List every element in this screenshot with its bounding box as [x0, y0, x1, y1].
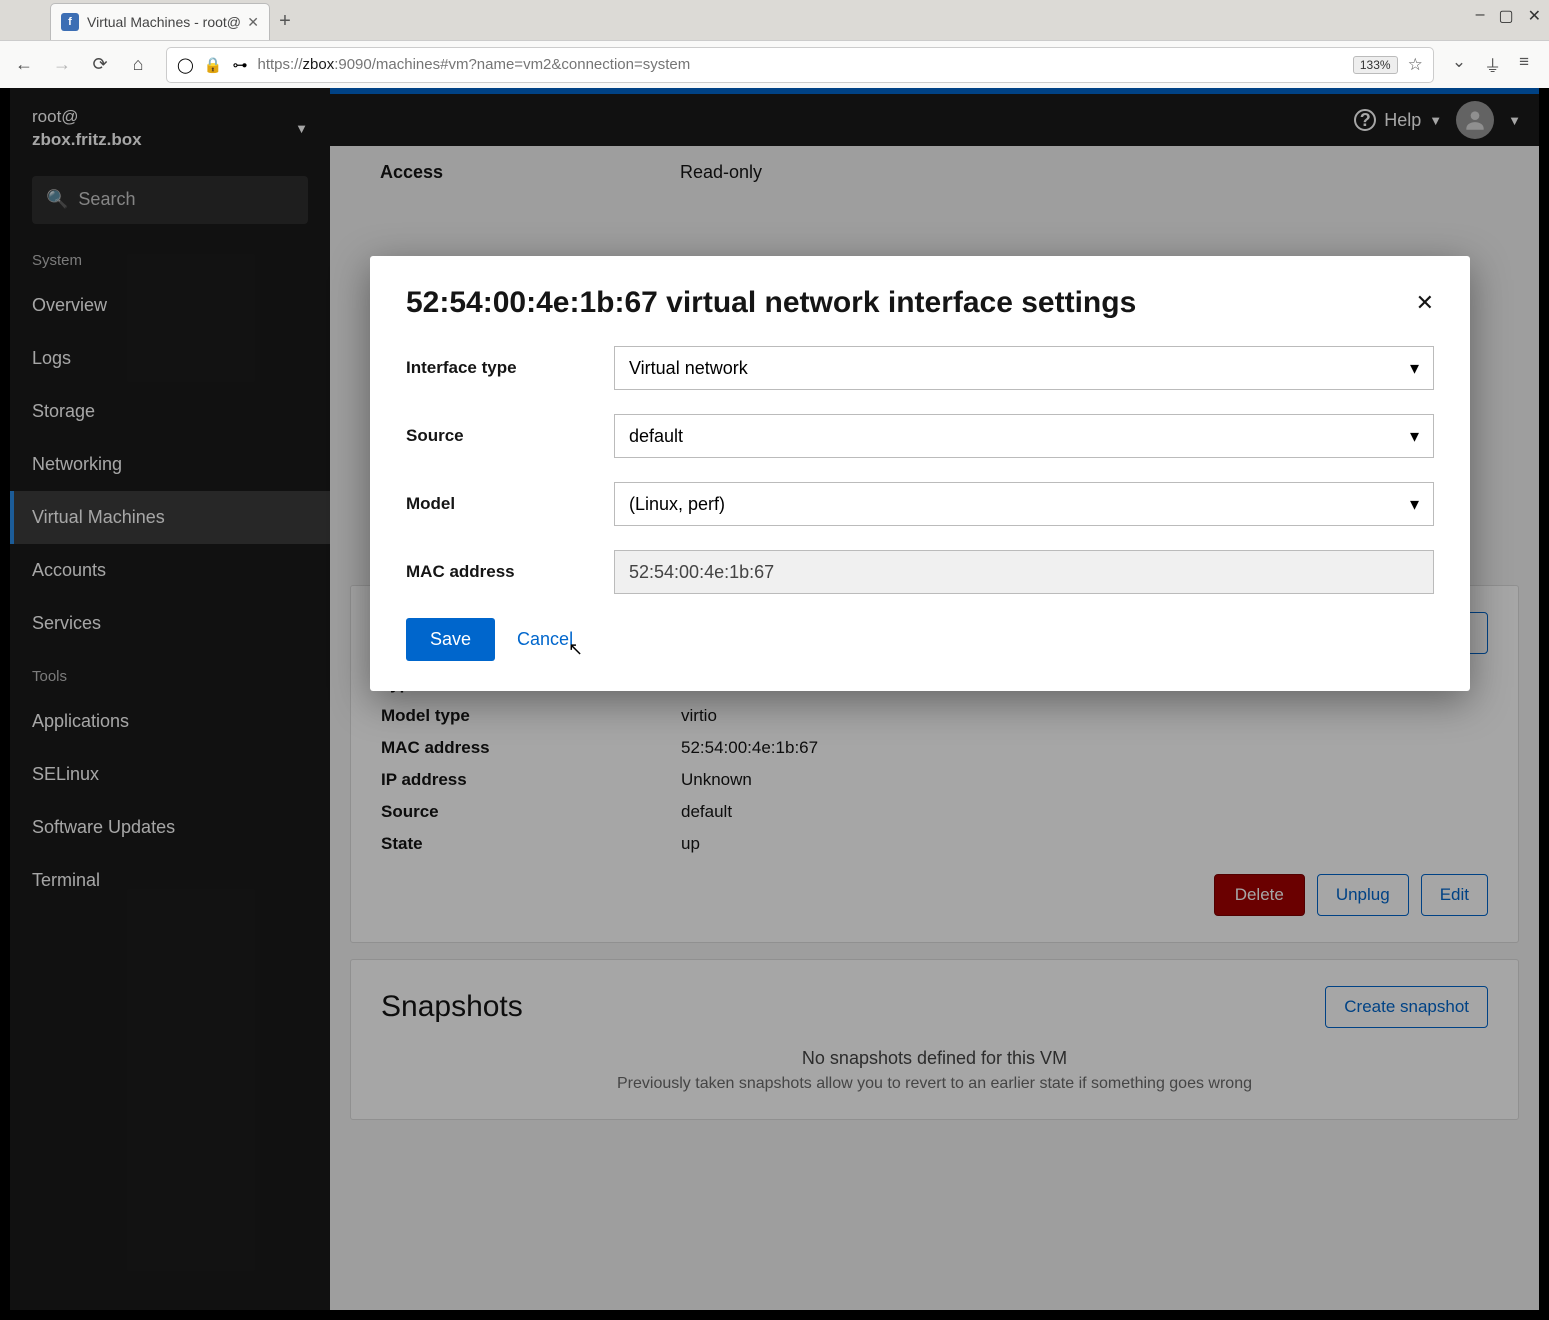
- window-controls: – ▢ ✕: [1476, 6, 1541, 26]
- mac-field: 52:54:00:4e:1b:67: [614, 550, 1434, 594]
- close-window-icon[interactable]: ✕: [1528, 6, 1541, 26]
- library-icon[interactable]: ⏚: [1484, 52, 1501, 77]
- pocket-icon[interactable]: ⌄: [1452, 52, 1466, 77]
- iface-type-select[interactable]: Virtual network▾: [614, 346, 1434, 390]
- menu-icon[interactable]: ≡: [1519, 52, 1529, 77]
- lock-icon[interactable]: 🔒: [204, 56, 223, 74]
- app-frame: root@ zbox.fritz.box ▼ 🔍 Search System O…: [10, 88, 1539, 1310]
- back-icon[interactable]: ←: [14, 54, 34, 75]
- close-icon[interactable]: ✕: [1416, 290, 1434, 316]
- forward-icon: →: [52, 54, 72, 75]
- browser-chrome: – ▢ ✕ f Virtual Machines - root@ ✕ + ← →…: [0, 0, 1549, 88]
- chevron-down-icon: ▾: [1410, 494, 1419, 515]
- url-input[interactable]: ◯ 🔒 ⊶ https://zbox:9090/machines#vm?name…: [166, 47, 1434, 83]
- minimize-icon[interactable]: –: [1476, 6, 1485, 26]
- browser-tab[interactable]: f Virtual Machines - root@ ✕: [50, 3, 270, 40]
- tab-bar: f Virtual Machines - root@ ✕ +: [0, 0, 1549, 40]
- address-bar: ← → ⟳ ⌂ ◯ 🔒 ⊶ https://zbox:9090/machines…: [0, 40, 1549, 88]
- chevron-down-icon: ▾: [1410, 358, 1419, 379]
- key-icon[interactable]: ⊶: [232, 56, 247, 74]
- maximize-icon[interactable]: ▢: [1498, 6, 1513, 26]
- chevron-down-icon: ▾: [1410, 426, 1419, 447]
- cancel-button[interactable]: Cancel: [517, 618, 573, 661]
- source-label: Source: [406, 426, 614, 446]
- modal-title: 52:54:00:4e:1b:67 virtual network interf…: [406, 286, 1136, 320]
- zoom-badge[interactable]: 133%: [1353, 56, 1398, 74]
- iface-type-label: Interface type: [406, 358, 614, 378]
- save-button[interactable]: Save: [406, 618, 495, 661]
- new-tab-button[interactable]: +: [270, 3, 300, 40]
- tab-title: Virtual Machines - root@: [87, 14, 241, 30]
- home-icon[interactable]: ⌂: [128, 54, 148, 75]
- source-select[interactable]: default▾: [614, 414, 1434, 458]
- reload-icon[interactable]: ⟳: [90, 54, 110, 75]
- model-label: Model: [406, 494, 614, 514]
- bookmark-icon[interactable]: ☆: [1408, 55, 1423, 75]
- model-select[interactable]: (Linux, perf)▾: [614, 482, 1434, 526]
- url-text: https://zbox:9090/machines#vm?name=vm2&c…: [257, 56, 1342, 73]
- mac-label: MAC address: [406, 562, 614, 582]
- shield-icon[interactable]: ◯: [177, 56, 194, 74]
- nic-settings-modal: 52:54:00:4e:1b:67 virtual network interf…: [370, 256, 1470, 691]
- tab-close-icon[interactable]: ✕: [247, 14, 259, 31]
- favicon-icon: f: [61, 13, 79, 31]
- toolbar-right: ⌄ ⏚ ≡: [1452, 52, 1535, 77]
